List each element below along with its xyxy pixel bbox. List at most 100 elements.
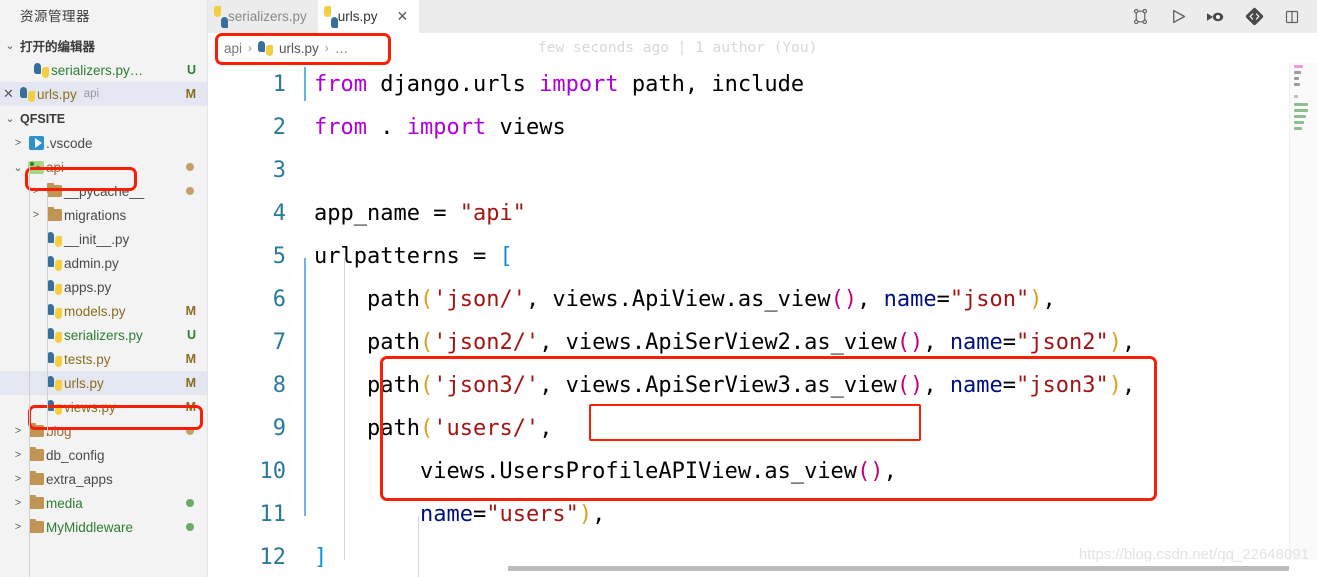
tree-item-label: api: [46, 159, 65, 175]
code-text: from django.urls import path, include: [300, 72, 804, 97]
code-line[interactable]: 6 path('json/', views.ApiView.as_view(),…: [208, 278, 1317, 321]
tree-item-serializers-py[interactable]: serializers.py U: [0, 323, 207, 347]
minimap[interactable]: [1289, 63, 1317, 560]
token: (: [419, 330, 434, 355]
indent-guide: [418, 516, 419, 577]
token: from: [314, 115, 367, 140]
line-number: 11: [259, 502, 287, 527]
editor-tab-urls-py[interactable]: urls.py ✕: [317, 0, 420, 33]
tree-item-models-py[interactable]: models.py M: [0, 299, 207, 323]
tree-item---init---py[interactable]: __init__.py: [0, 227, 207, 251]
editor-tab-serializers-py[interactable]: serializers.py: [208, 0, 318, 33]
tree-item-label: views.py: [64, 399, 116, 415]
code-line[interactable]: 3: [208, 149, 1317, 192]
code-editor[interactable]: 1 from django.urls import path, include 2 f…: [208, 63, 1317, 577]
token: ): [1108, 330, 1123, 355]
git-status-badge: U: [186, 63, 196, 77]
open-editor-label: serializers.py…: [51, 62, 144, 78]
token: ,: [923, 330, 950, 355]
code-text: path('json2/', views.ApiSerView2.as_view…: [300, 330, 1135, 355]
token: [: [499, 244, 513, 269]
breadcrumb-file[interactable]: urls.py: [279, 41, 319, 56]
token: (: [419, 287, 434, 312]
token: views.UsersProfileAPIView.as_view: [314, 459, 858, 484]
token: (): [857, 459, 884, 484]
python-file-icon: [46, 375, 62, 391]
breadcrumb-root[interactable]: api: [224, 41, 242, 56]
code-line[interactable]: 8 path('json3/', views.ApiSerView3.as_vi…: [208, 364, 1317, 407]
split-editor-icon[interactable]: [1273, 0, 1311, 33]
code-line[interactable]: 10 views.UsersProfileAPIView.as_view(),: [208, 450, 1317, 493]
active-indent-guide: [304, 258, 306, 516]
split-changes-icon[interactable]: [1121, 0, 1159, 33]
chevron-right-icon[interactable]: >: [28, 209, 44, 221]
token: "users": [486, 502, 579, 527]
tree-item-label: apps.py: [64, 279, 112, 295]
project-section-header[interactable]: ⌄ QFSITE: [0, 106, 207, 131]
git-status-badge: M: [185, 352, 196, 366]
tree-item-db-config[interactable]: > db_config: [0, 443, 207, 467]
tree-item-label: extra_apps: [46, 471, 113, 487]
tree-item-media[interactable]: > media: [0, 491, 207, 515]
close-icon[interactable]: ✕: [0, 86, 17, 102]
tree-item-migrations[interactable]: > migrations: [0, 203, 207, 227]
breadcrumb-symbol-ellipsis[interactable]: …: [335, 41, 349, 56]
python-file-icon: [46, 279, 62, 295]
tree-item-mymiddleware[interactable]: > MyMiddleware: [0, 515, 207, 539]
chevron-right-icon[interactable]: >: [10, 473, 26, 485]
code-line[interactable]: 1 from django.urls import path, include: [208, 63, 1317, 106]
code-text: path('json3/', views.ApiSerView3.as_view…: [300, 373, 1135, 398]
tree-item-extra-apps[interactable]: > extra_apps: [0, 467, 207, 491]
tree-item-label: admin.py: [64, 255, 119, 271]
source-control-icon[interactable]: [1235, 0, 1273, 33]
code-line[interactable]: 11 name="users"),: [208, 493, 1317, 536]
code-line[interactable]: 9 path('users/',: [208, 407, 1317, 450]
run-python-file-icon[interactable]: [1159, 0, 1197, 33]
chevron-right-icon[interactable]: >: [10, 449, 26, 461]
token: ,: [923, 373, 950, 398]
open-editor-item[interactable]: serializers.py… U: [0, 58, 207, 82]
tree-item-tests-py[interactable]: tests.py M: [0, 347, 207, 371]
close-icon[interactable]: ✕: [397, 8, 409, 25]
code-line[interactable]: 2 from . import views: [208, 106, 1317, 149]
token: 'json/': [433, 287, 526, 312]
code-line[interactable]: 4 app_name = "api": [208, 192, 1317, 235]
chevron-down-icon[interactable]: ⌄: [10, 161, 26, 174]
chevron-right-icon[interactable]: >: [10, 425, 26, 437]
token: 'users/': [433, 416, 540, 441]
chevron-right-icon[interactable]: >: [10, 497, 26, 509]
tree-item-views-py[interactable]: views.py M: [0, 395, 207, 419]
tree-item-api[interactable]: ⌄ api: [0, 155, 207, 179]
explorer-sidebar: 资源管理器 ⌄ 打开的编辑器 serializers.py… U ✕ urls.py a…: [0, 0, 208, 577]
project-name-label: QFSITE: [20, 111, 66, 126]
horizontal-scrollbar[interactable]: [508, 566, 1289, 571]
code-line[interactable]: 7 path('json2/', views.ApiSerView2.as_vi…: [208, 321, 1317, 364]
chevron-right-icon[interactable]: >: [10, 137, 26, 149]
git-blame-codelens[interactable]: few seconds ago | 1 author (You): [538, 40, 817, 56]
watermark: https://blog.csdn.net/qq_22648091: [1078, 546, 1309, 563]
line-number: 1: [272, 72, 286, 97]
tree-item-label: db_config: [46, 447, 105, 463]
git-status-dot: [186, 499, 194, 507]
folder-icon: [46, 182, 62, 197]
token: "api": [459, 201, 526, 226]
tree-item-admin-py[interactable]: admin.py: [0, 251, 207, 275]
code-text: path('json/', views.ApiView.as_view(), n…: [300, 287, 1056, 312]
tree-item--vscode[interactable]: > .vscode: [0, 131, 207, 155]
tree-item-urls-py[interactable]: urls.py M: [0, 371, 207, 395]
code-line[interactable]: 5 urlpatterns = [: [208, 235, 1317, 278]
chevron-down-icon: ⌄: [5, 40, 15, 52]
tree-item-blog[interactable]: > blog: [0, 419, 207, 443]
open-editor-folder: api: [83, 88, 100, 100]
code-text: path('users/',: [300, 416, 552, 441]
tree-item---pycache--[interactable]: > __pycache__: [0, 179, 207, 203]
preview-eye-icon[interactable]: [1197, 0, 1235, 33]
open-editors-section-header[interactable]: ⌄ 打开的编辑器: [0, 33, 207, 58]
line-number: 7: [272, 330, 286, 355]
tree-item-apps-py[interactable]: apps.py: [0, 275, 207, 299]
chevron-right-icon[interactable]: >: [28, 185, 44, 197]
token: 'json2/': [433, 330, 540, 355]
open-editor-item[interactable]: ✕ urls.py api M: [0, 82, 207, 106]
text-cursor: [304, 67, 306, 101]
chevron-right-icon[interactable]: >: [10, 521, 26, 533]
